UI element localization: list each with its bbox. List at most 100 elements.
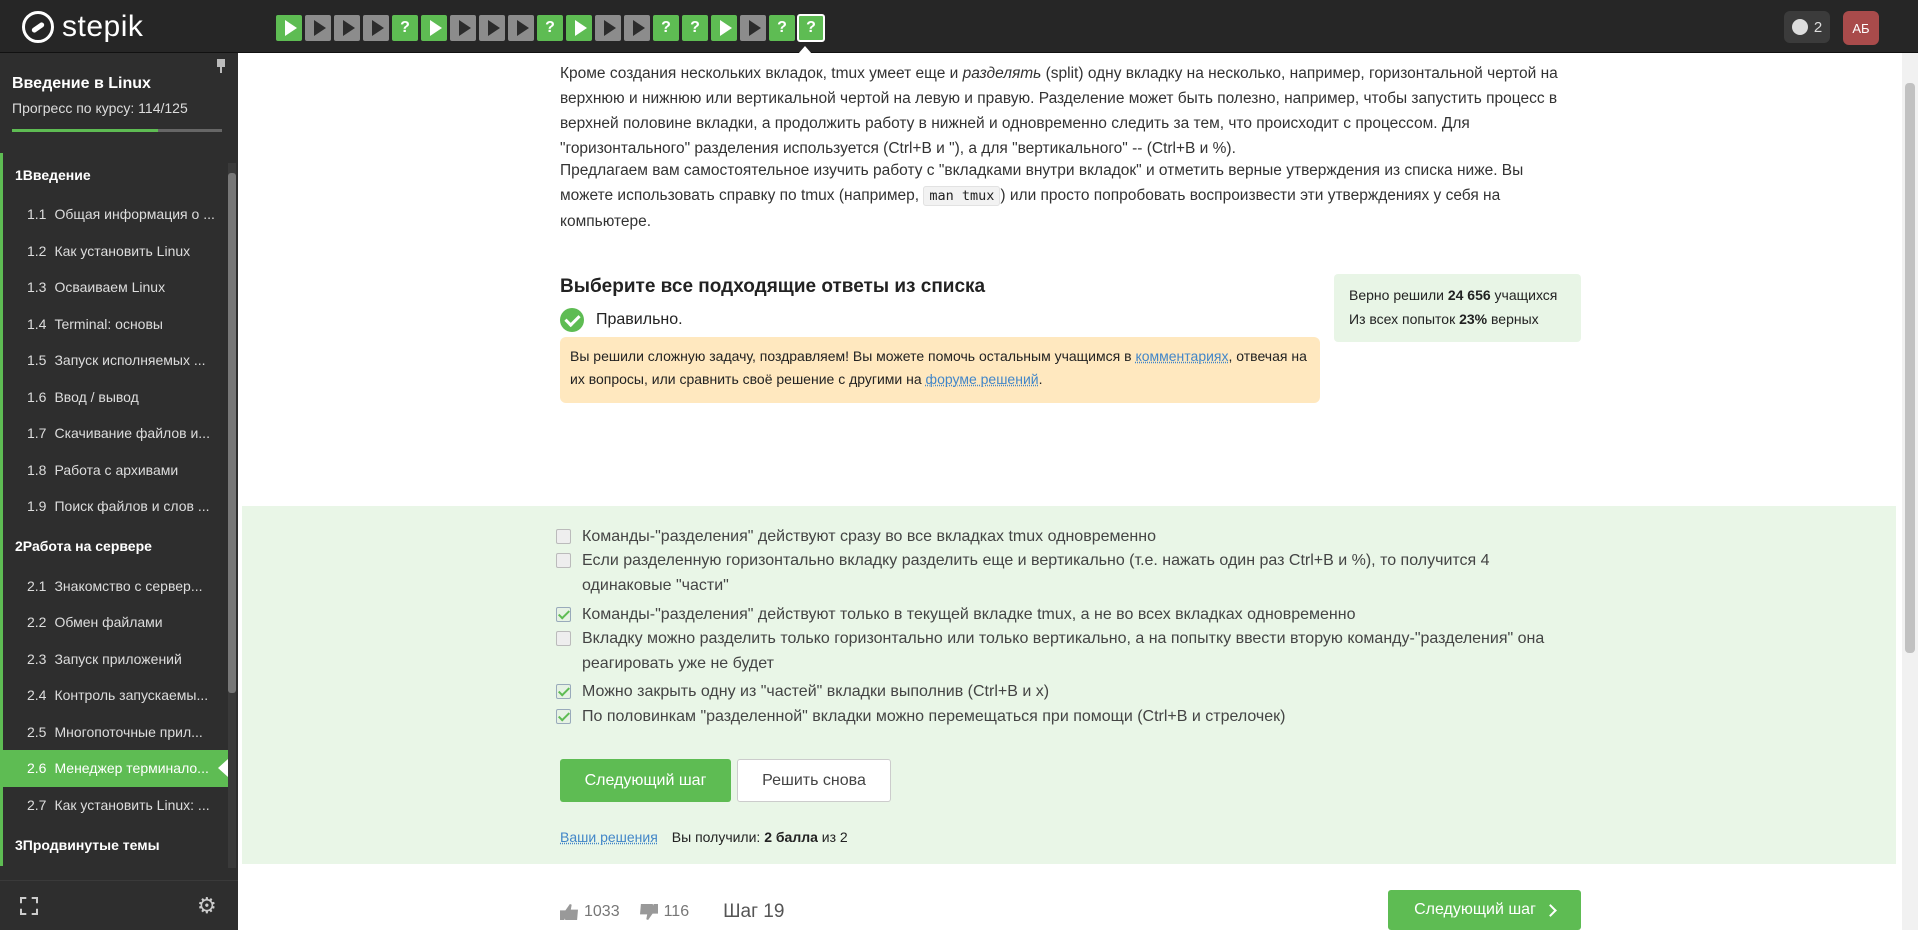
answer-text: По половинкам "разделенной" вкладки можн…	[582, 708, 1286, 725]
theory-icon	[487, 20, 500, 36]
answer-checkbox[interactable]	[556, 631, 571, 646]
toc-lesson-1-6[interactable]: 1.6 Ввод / вывод	[0, 378, 228, 415]
step-13-theory[interactable]	[624, 15, 650, 41]
step-10-quiz[interactable]: ?	[537, 15, 563, 41]
toc-number: 1.1	[27, 206, 47, 223]
toc-lesson-1-8[interactable]: 1.8 Работа с архивами	[0, 451, 228, 488]
question-icon: ?	[806, 19, 816, 36]
theory-paragraph-2: Предлагаем вам самостоятельное изучить р…	[560, 162, 1524, 230]
answer-option[interactable]: Команды-"разделения" действуют только в …	[556, 602, 1576, 627]
sidebar-scrollbar[interactable]	[228, 163, 236, 868]
toc-lesson-2-6[interactable]: 2.6 Менеджер терминало...	[0, 750, 228, 787]
stats-solved: Верно решили 24 656 учащихся	[1349, 287, 1558, 303]
step-16-theory[interactable]	[711, 15, 737, 41]
step-12-theory[interactable]	[595, 15, 621, 41]
step-3-theory[interactable]	[334, 15, 360, 41]
toc-section-1[interactable]: 1 Введение	[0, 153, 228, 196]
toc-lesson-2-1[interactable]: 2.1 Знакомство с сервер...	[0, 567, 228, 604]
footer-next-step-button[interactable]: Следующий шаг	[1388, 890, 1581, 930]
step-19-quiz[interactable]: ?	[797, 14, 825, 42]
step-7-theory[interactable]	[450, 15, 476, 41]
answer-option[interactable]: Команды-"разделения" действуют сразу во …	[556, 524, 1576, 549]
step-4-theory[interactable]	[363, 15, 389, 41]
like-button[interactable]: 1033	[560, 903, 620, 921]
step-18-quiz[interactable]: ?	[769, 15, 795, 41]
step-9-theory[interactable]	[508, 15, 534, 41]
sidebar-scrollbar-thumb[interactable]	[228, 173, 236, 693]
answer-text: Если разделенную горизонтально вкладку р…	[582, 552, 1490, 594]
toc-number: 2.2	[27, 614, 47, 631]
toc-number: 2.3	[27, 650, 47, 667]
question-icon: ?	[690, 19, 700, 36]
step-11-theory[interactable]	[566, 15, 592, 41]
step-8-theory[interactable]	[479, 15, 505, 41]
toc-number: 2.7	[27, 796, 47, 813]
toc-lesson-2-2[interactable]: 2.2 Обмен файлами	[0, 604, 228, 641]
solve-again-button[interactable]: Решить снова	[737, 759, 891, 802]
toc-label: Введение	[22, 166, 91, 183]
answer-checkbox[interactable]	[556, 529, 571, 544]
stepik-logo[interactable]: stepik	[22, 10, 143, 44]
result-status-text: Правильно.	[596, 311, 683, 328]
toc-lesson-1-4[interactable]: 1.4 Terminal: основы	[0, 305, 228, 342]
comments-link[interactable]: комментариях	[1135, 348, 1228, 364]
answer-checkbox[interactable]	[556, 709, 571, 724]
toc-section-2[interactable]: 2 Работа на сервере	[0, 524, 228, 568]
stepik-logo-icon	[22, 11, 54, 43]
step-17-theory[interactable]	[740, 15, 766, 41]
avatar[interactable]: АБ	[1843, 11, 1879, 45]
toc-label: Terminal: основы	[54, 315, 163, 332]
page-scrollbar[interactable]	[1902, 53, 1918, 930]
toc-number: 1.7	[27, 425, 47, 442]
answer-option[interactable]: Если разделенную горизонтально вкладку р…	[556, 548, 1576, 598]
answer-checkbox[interactable]	[556, 684, 571, 699]
toc-lesson-2-3[interactable]: 2.3 Запуск приложений	[0, 640, 228, 677]
your-solutions-link[interactable]: Ваши решения	[560, 829, 658, 845]
toc-number: 1.2	[27, 242, 47, 259]
fullscreen-icon[interactable]	[20, 897, 38, 915]
toc-lesson-1-3[interactable]: 1.3 Осваиваем Linux	[0, 269, 228, 306]
toc-label: Запуск приложений	[54, 650, 182, 667]
toc-lesson-2-7[interactable]: 2.7 Как установить Linux: ...	[0, 786, 228, 823]
check-circle-icon	[560, 308, 584, 332]
gear-icon[interactable]: ⚙	[197, 895, 217, 917]
toc-section-3[interactable]: 3 Продвинутые темы	[0, 823, 228, 866]
toc-number: 2.6	[27, 760, 47, 777]
step-6-theory[interactable]	[421, 15, 447, 41]
step-1-theory[interactable]	[276, 15, 302, 41]
step-14-quiz[interactable]: ?	[653, 15, 679, 41]
dislike-button[interactable]: 116	[640, 903, 689, 921]
toc-label: Работа с архивами	[54, 461, 179, 478]
toc-lesson-1-7[interactable]: 1.7 Скачивание файлов и...	[0, 415, 228, 452]
notifications-button[interactable]: 2	[1784, 11, 1830, 43]
answer-checkbox[interactable]	[556, 553, 571, 568]
toc-lesson-1-2[interactable]: 1.2 Как установить Linux	[0, 232, 228, 269]
toc-label: Работа на сервере	[22, 538, 152, 554]
pin-icon[interactable]	[216, 59, 226, 73]
notification-icon	[1791, 19, 1808, 35]
solutions-forum-link[interactable]: форуме решений	[926, 371, 1039, 387]
page-scrollbar-thumb[interactable]	[1905, 83, 1915, 653]
toc-number: 1.8	[27, 461, 47, 478]
toc-label: Продвинутые темы	[22, 836, 160, 853]
theory-icon	[458, 20, 471, 36]
step-5-quiz[interactable]: ?	[392, 15, 418, 41]
toc-label: Менеджер терминало...	[54, 760, 209, 777]
toc-lesson-2-5[interactable]: 2.5 Многопоточные прил...	[0, 713, 228, 750]
answer-option[interactable]: Можно закрыть одну из "частей" вкладки в…	[556, 679, 1576, 704]
toc-lesson-1-5[interactable]: 1.5 Запуск исполняемых ...	[0, 342, 228, 379]
question-icon: ?	[545, 19, 555, 36]
next-step-button[interactable]: Следующий шаг	[560, 759, 731, 802]
answer-text: Команды-"разделения" действуют только в …	[582, 606, 1356, 623]
answer-checkbox[interactable]	[556, 607, 571, 622]
progress-value: 114/125	[138, 100, 188, 116]
play-icon	[429, 20, 442, 36]
toc-lesson-2-4[interactable]: 2.4 Контроль запускаемы...	[0, 677, 228, 714]
step-2-theory[interactable]	[305, 15, 331, 41]
answer-option[interactable]: Вкладку можно разделить только горизонта…	[556, 626, 1576, 676]
course-title[interactable]: Введение в Linux	[12, 75, 151, 93]
toc-lesson-1-1[interactable]: 1.1 Общая информация о ...	[0, 196, 228, 233]
step-15-quiz[interactable]: ?	[682, 15, 708, 41]
toc-lesson-1-9[interactable]: 1.9 Поиск файлов и слов ...	[0, 488, 228, 525]
answer-option[interactable]: По половинкам "разделенной" вкладки можн…	[556, 704, 1576, 729]
